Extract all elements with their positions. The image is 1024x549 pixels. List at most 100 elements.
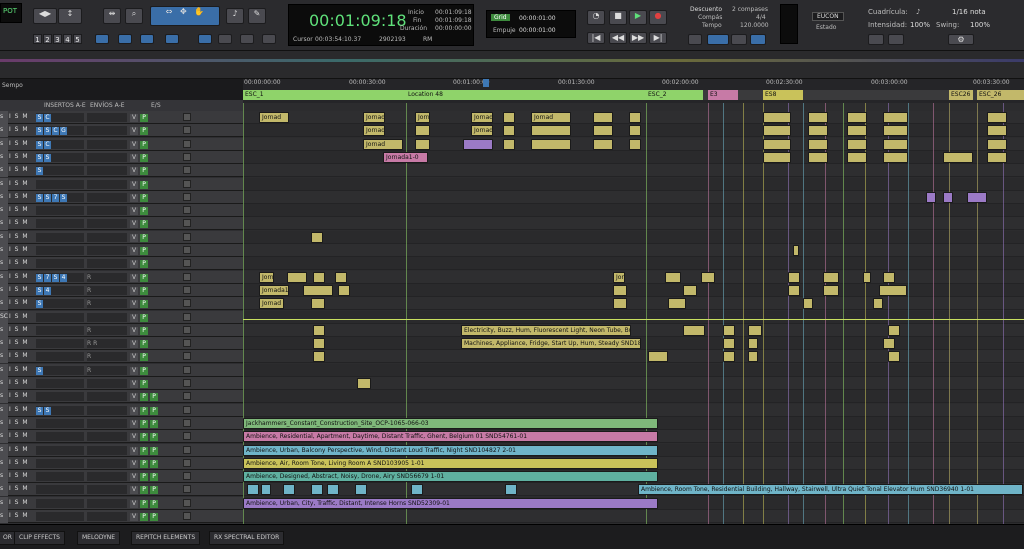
track-name[interactable]: s <box>0 337 8 351</box>
sends-slot[interactable] <box>87 206 127 216</box>
audio-clip[interactable] <box>763 125 791 137</box>
io-button[interactable]: V <box>130 380 138 388</box>
audio-clip[interactable] <box>668 298 686 310</box>
tab-repitch-elements[interactable]: REPITCH ELEMENTS <box>131 531 201 545</box>
insert-button[interactable]: S <box>36 193 43 202</box>
track-playlist-lane[interactable] <box>243 244 1024 257</box>
io-buttons[interactable]: VP <box>130 246 176 255</box>
inserts-slot[interactable] <box>36 512 84 521</box>
insert-button[interactable]: C <box>52 127 59 136</box>
audio-clip[interactable] <box>503 112 515 123</box>
audio-clip[interactable] <box>883 338 895 350</box>
io-buttons[interactable]: VPP <box>130 485 176 495</box>
io-button[interactable]: V <box>130 114 138 122</box>
audio-clip[interactable] <box>883 271 895 283</box>
io-buttons[interactable]: VPP <box>130 432 176 442</box>
audio-clip[interactable] <box>261 484 271 496</box>
tempo-value[interactable]: 120.0000 <box>740 22 769 29</box>
audio-clip[interactable] <box>311 484 323 496</box>
io-button[interactable]: V <box>130 419 138 428</box>
pencil-tool-button[interactable]: ✎ <box>248 8 266 24</box>
io-button[interactable]: V <box>130 180 138 189</box>
mode-button-2[interactable] <box>118 34 132 44</box>
track-header-row[interactable]: sI S MVPP <box>0 443 243 457</box>
track-folder-icon[interactable] <box>183 113 191 121</box>
tab-melodyne[interactable]: MELODYNE <box>77 531 121 545</box>
audio-clip[interactable] <box>313 351 325 363</box>
track-record-solo-mute[interactable]: I S M <box>9 350 29 362</box>
io-button[interactable]: P <box>140 167 148 176</box>
io-button[interactable]: P <box>140 247 148 255</box>
edit-tools-group[interactable]: ⇔ ✥ ✋ <box>150 6 220 26</box>
track-playlist-lane[interactable] <box>243 350 1024 364</box>
io-button[interactable]: P <box>140 366 148 375</box>
insert-button[interactable]: S <box>36 273 43 282</box>
audio-clip[interactable] <box>763 151 791 163</box>
io-button[interactable]: V <box>130 433 138 442</box>
io-buttons[interactable]: VP <box>130 140 176 149</box>
insert-button[interactable]: S <box>36 140 43 149</box>
track-playlist-lane[interactable] <box>243 257 1024 271</box>
track-folder-icon[interactable] <box>183 192 191 201</box>
insert-button[interactable]: S <box>36 127 43 136</box>
sends-slot[interactable] <box>87 192 127 202</box>
inserts-slot[interactable] <box>36 219 84 229</box>
track-name[interactable]: s <box>0 510 8 523</box>
stop-button[interactable]: ■ <box>609 10 627 25</box>
io-button[interactable]: V <box>130 340 138 349</box>
sends-slot[interactable] <box>87 259 127 269</box>
audio-clip[interactable]: Jornad <box>259 298 284 310</box>
track-header-row[interactable]: sI S M VP <box>0 177 243 191</box>
io-button[interactable]: V <box>130 247 138 255</box>
io-buttons[interactable]: VPP <box>130 512 176 521</box>
track-header-row[interactable]: sI S M S VP <box>0 164 243 178</box>
io-button[interactable]: P <box>140 273 148 282</box>
io-button[interactable]: P <box>140 207 148 216</box>
audio-clip[interactable]: Ambience, Designed, Abstract, Noisy, Dro… <box>243 471 658 483</box>
io-button[interactable]: P <box>150 459 158 468</box>
track-folder-icon[interactable] <box>183 405 191 414</box>
io-button[interactable]: V <box>130 153 138 162</box>
io-button[interactable]: P <box>150 419 158 428</box>
track-folder-icon[interactable] <box>183 126 191 135</box>
track-record-solo-mute[interactable]: I S M <box>9 151 29 163</box>
sends-slot[interactable] <box>87 418 127 428</box>
track-record-solo-mute[interactable]: I S M <box>9 244 29 256</box>
track-playlist-lane[interactable] <box>243 177 1024 191</box>
mode-button-8[interactable] <box>262 34 276 44</box>
io-button[interactable]: P <box>140 313 148 322</box>
inserts-slot[interactable] <box>36 312 84 322</box>
io-button[interactable]: V <box>130 193 138 202</box>
track-folder-icon[interactable] <box>183 445 191 454</box>
zoom-tool-button[interactable]: ⌕ <box>125 8 143 24</box>
zoom-preset-5[interactable]: 5 <box>73 34 82 44</box>
metronome-button[interactable] <box>707 34 729 45</box>
audio-clip[interactable]: Jornad <box>259 112 289 123</box>
track-folder-icon[interactable] <box>183 232 191 241</box>
track-record-solo-mute[interactable]: I S M <box>9 430 29 442</box>
inserts-slot[interactable] <box>36 352 84 362</box>
io-button[interactable]: V <box>130 406 138 415</box>
track-name[interactable]: s <box>0 470 8 484</box>
inserts-slot[interactable]: S4 <box>36 285 84 295</box>
audio-clip[interactable] <box>723 351 735 363</box>
io-button[interactable]: P <box>150 393 158 402</box>
audio-clip[interactable] <box>593 112 613 123</box>
audio-clip[interactable] <box>531 125 571 137</box>
track-name[interactable]: s <box>0 443 8 457</box>
io-buttons[interactable]: VP <box>130 366 176 375</box>
io-buttons[interactable]: VPP <box>130 406 176 415</box>
track-header-row[interactable]: sI S MVPP <box>0 496 243 510</box>
audio-clip[interactable] <box>987 112 1007 123</box>
conductor-button[interactable] <box>731 34 747 45</box>
insert-button[interactable]: S <box>52 273 59 282</box>
inserts-slot[interactable]: SC <box>36 139 84 149</box>
sends-slot[interactable] <box>87 445 127 455</box>
audio-clip[interactable] <box>613 284 627 296</box>
zoom-preset-1[interactable]: 1 <box>33 34 42 44</box>
inserts-slot[interactable]: S7S4 <box>36 272 84 282</box>
sends-slot[interactable]: R <box>87 365 127 375</box>
audio-clip[interactable]: Jornad <box>363 125 385 137</box>
audio-clip[interactable] <box>701 271 715 283</box>
sends-slot[interactable] <box>87 139 127 149</box>
